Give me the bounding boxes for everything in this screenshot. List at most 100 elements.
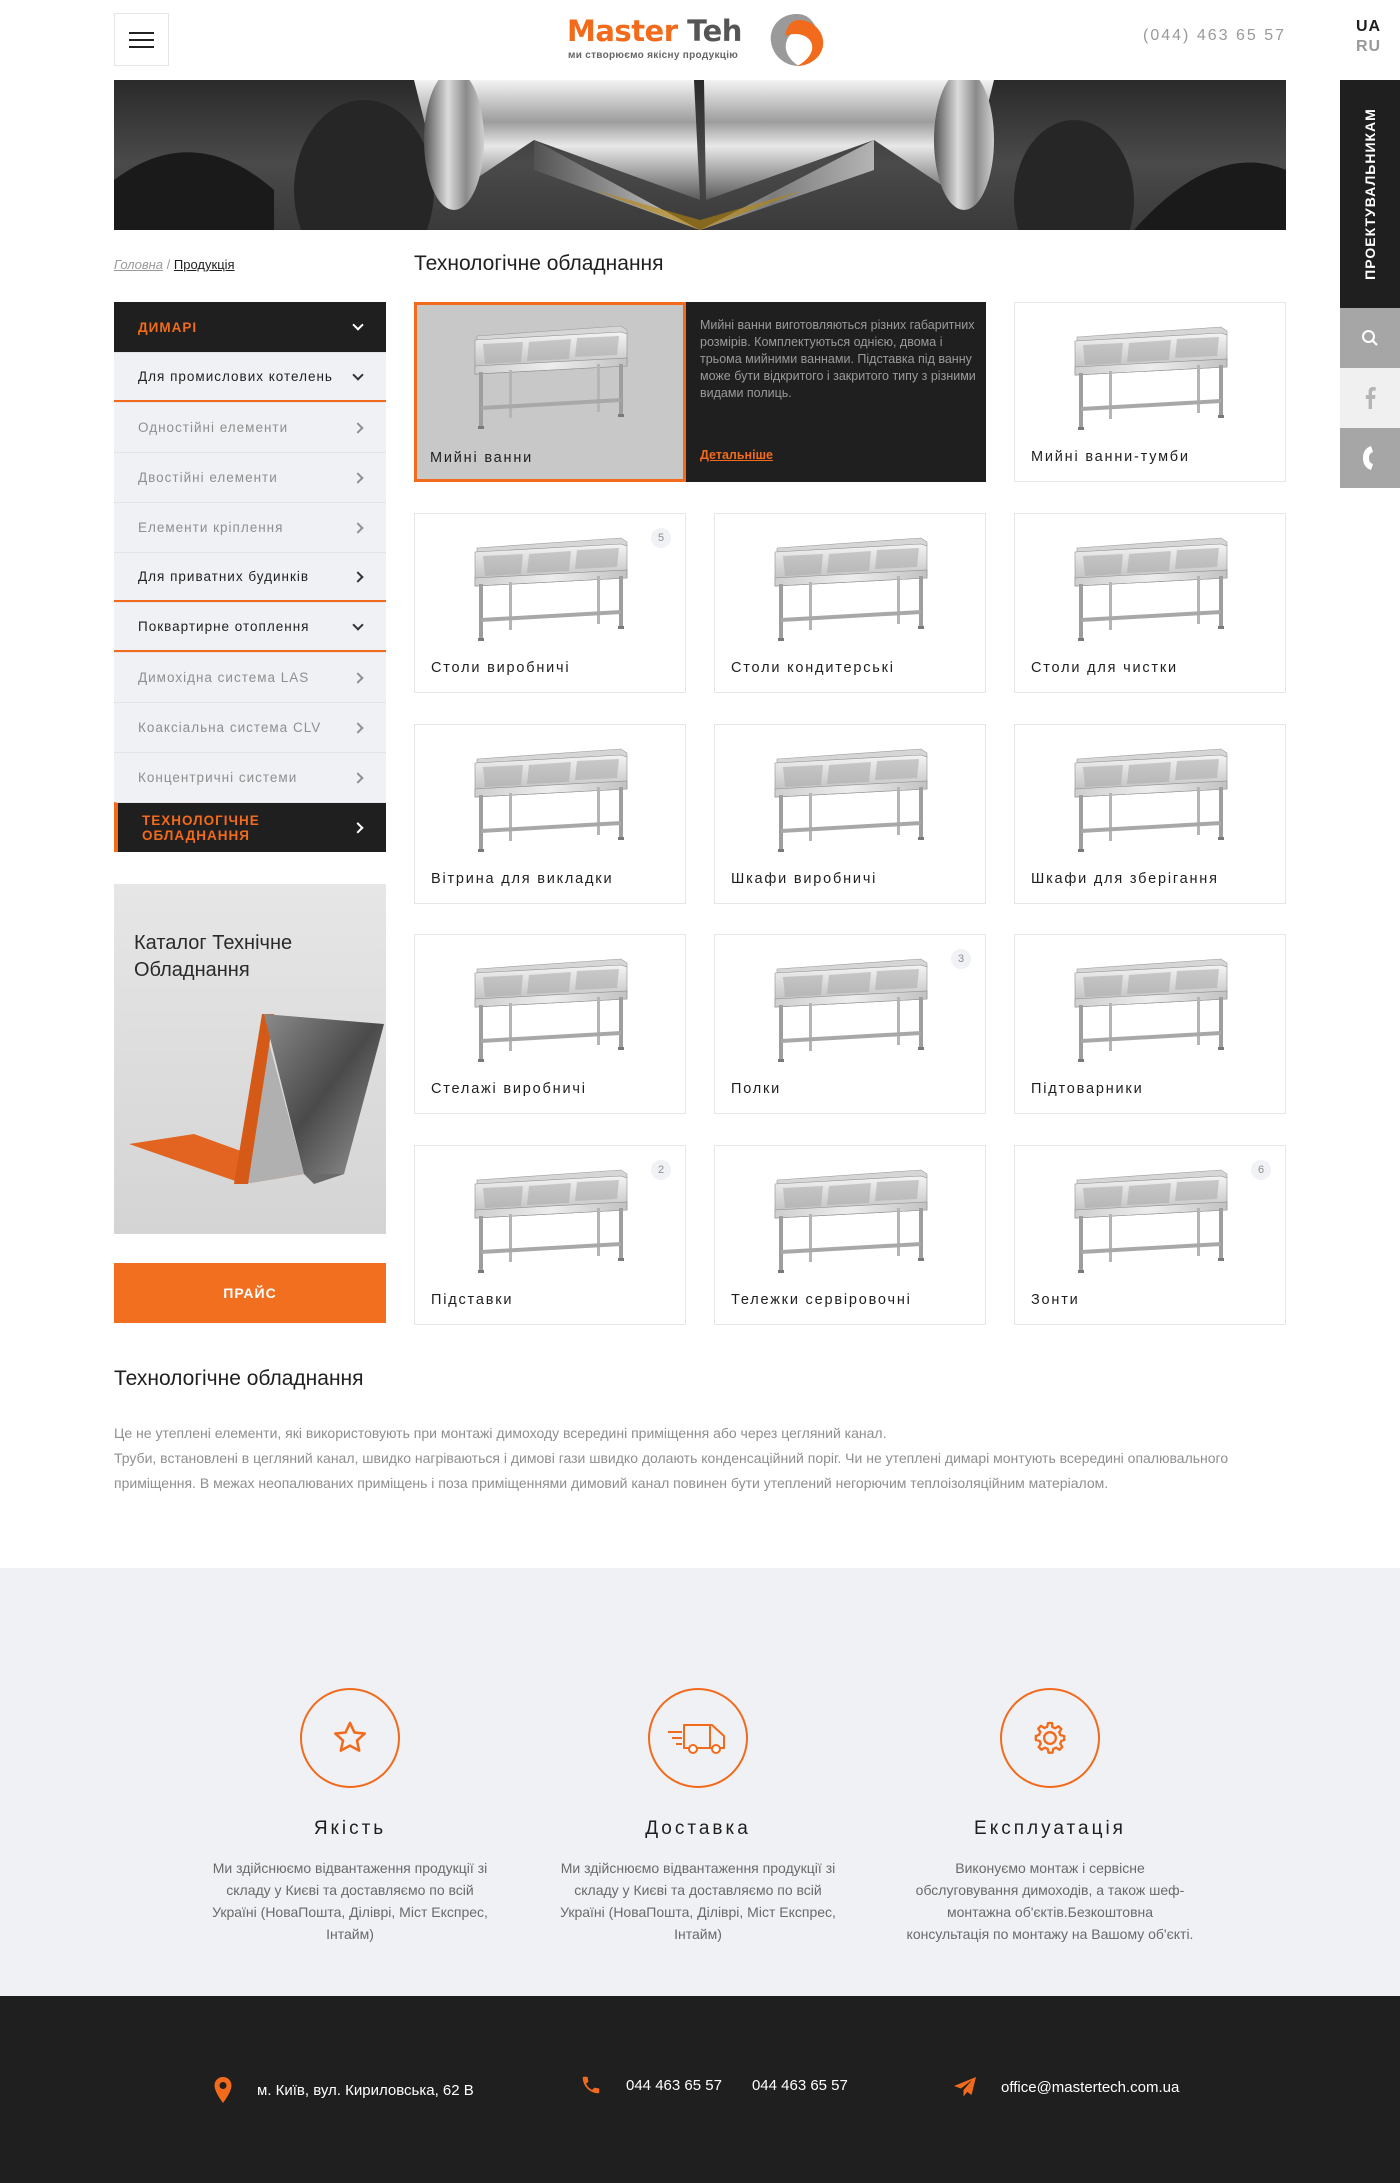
chevron-right-icon xyxy=(352,521,364,534)
feature-operation: Експлуатація Виконуємо монтаж і сервісне… xyxy=(905,1688,1195,1945)
product-card-featured[interactable]: Мийні ванни xyxy=(414,302,686,482)
catalog-title: Каталог Технічне Обладнання xyxy=(134,932,293,981)
sidebar-item-private-houses[interactable]: Для приватних будинків xyxy=(114,552,386,602)
product-card[interactable]: 6 Зонти xyxy=(1014,1145,1286,1325)
sidebar-item-technological-equipment[interactable]: ТЕХНОЛОГІЧНЕ ОБЛАДНАННЯ xyxy=(114,802,386,852)
truck-icon xyxy=(668,1724,725,1754)
product-image xyxy=(1074,748,1228,852)
section-text-line: Це не утеплені елементи, які використову… xyxy=(114,1425,887,1441)
feature-icon-circle xyxy=(300,1688,400,1788)
product-card[interactable]: Стелажі виробничі xyxy=(414,934,686,1114)
product-card[interactable]: Столи кондитерські xyxy=(714,513,986,693)
call-button[interactable] xyxy=(1340,428,1400,488)
product-card[interactable]: Підтоварники xyxy=(1014,934,1286,1114)
sidebar-item-double-wall[interactable]: Двостійні елементи xyxy=(114,452,386,502)
product-image xyxy=(774,958,928,1062)
sidebar-item-label: ТЕХНОЛОГІЧНЕ ОБЛАДНАННЯ xyxy=(142,812,260,843)
menu-burger-button[interactable] xyxy=(114,13,169,66)
sidebar-item-las-system[interactable]: Димохідна система LAS xyxy=(114,652,386,702)
sidebar-item-single-wall[interactable]: Одностійні елементи xyxy=(114,402,386,452)
product-card[interactable]: Шкафи виробничі xyxy=(714,724,986,904)
product-label: Тележки сервіровочні xyxy=(731,1292,912,1308)
designers-button[interactable]: ПРОЕКТУВАЛЬНИКАМ xyxy=(1340,80,1400,308)
chevron-right-icon xyxy=(352,570,364,583)
product-card[interactable]: Вітрина для викладки xyxy=(414,724,686,904)
location-pin-icon xyxy=(214,2077,232,2103)
sidebar-item-label: Одностійні елементи xyxy=(138,420,289,435)
chevron-right-icon xyxy=(352,771,364,784)
breadcrumb-home-link[interactable]: Головна xyxy=(114,257,163,272)
footer-phone-2[interactable]: 044 463 65 57 xyxy=(752,2077,848,2094)
product-image xyxy=(774,748,928,852)
banner-pipes-image xyxy=(114,80,1286,230)
product-card[interactable]: Столи для чистки xyxy=(1014,513,1286,693)
page-title: Технологічне обладнання xyxy=(414,252,664,275)
breadcrumb-current-link[interactable]: Продукція xyxy=(174,257,235,272)
footer-email-link[interactable]: office@mastertech.com.ua xyxy=(1001,2079,1179,2096)
product-image xyxy=(474,748,628,852)
section-text: Це не утеплені елементи, які використову… xyxy=(114,1421,1286,1496)
footer-phone-1[interactable]: 044 463 65 57 xyxy=(626,2077,722,2094)
chevron-down-icon xyxy=(352,368,364,381)
side-toolbar: ПРОЕКТУВАЛЬНИКАМ xyxy=(1340,80,1400,488)
sidebar-item-chimneys[interactable]: ДИМАРІ xyxy=(114,302,386,352)
search-icon xyxy=(1362,330,1378,346)
catalog-promo[interactable]: Каталог Технічне Обладнання xyxy=(114,884,386,1234)
feature-text: Ми здійснюємо відвантаження продукції зі… xyxy=(212,1860,488,1942)
product-image xyxy=(474,325,628,429)
search-button[interactable] xyxy=(1340,308,1400,368)
phone-icon xyxy=(582,2076,600,2094)
features-section: Якість Ми здійснюємо відвантаження проду… xyxy=(0,1568,1400,1996)
designers-label: ПРОЕКТУВАЛЬНИКАМ xyxy=(1362,108,1378,280)
product-card[interactable]: 2 Підставки xyxy=(414,1145,686,1325)
product-image xyxy=(1074,958,1228,1062)
product-label: Шкафи для зберігання xyxy=(1031,871,1219,887)
chevron-right-icon xyxy=(352,421,364,434)
sidebar-item-fasteners[interactable]: Елементи кріплення xyxy=(114,502,386,552)
product-label: Підтоварники xyxy=(1031,1081,1144,1097)
sidebar-item-label: ДИМАРІ xyxy=(138,319,198,335)
product-card[interactable]: Шкафи для зберігання xyxy=(1014,724,1286,904)
product-image xyxy=(774,537,928,641)
facebook-button[interactable] xyxy=(1340,368,1400,428)
product-count-badge: 5 xyxy=(651,528,671,548)
product-card[interactable]: 3 Полки xyxy=(714,934,986,1114)
product-image xyxy=(474,1169,628,1273)
sidebar-item-label: Двостійні елементи xyxy=(138,470,278,485)
logo[interactable]: Master Teh ми створюємо якісну продукцію xyxy=(565,10,835,70)
price-list-button[interactable]: ПРАЙС xyxy=(114,1263,386,1323)
details-link[interactable]: Детальніше xyxy=(700,448,773,462)
product-label: Зонти xyxy=(1031,1292,1080,1308)
chevron-right-icon xyxy=(352,721,364,734)
feature-text: Виконуємо монтаж і сервісне обслуговуван… xyxy=(906,1860,1194,1942)
star-icon xyxy=(334,1721,366,1752)
product-card[interactable]: 5 Столи виробничі xyxy=(414,513,686,693)
header-phone[interactable]: (044) 463 65 57 xyxy=(1143,27,1286,45)
product-label: Столи для чистки xyxy=(1031,660,1178,676)
featured-description-panel: Мийні ванни виготовляються різних габари… xyxy=(686,302,986,482)
feature-delivery: Доставка Ми здійснюємо відвантаження про… xyxy=(553,1688,843,1945)
breadcrumb: Головна / Продукція xyxy=(114,257,235,272)
feature-title: Експлуатація xyxy=(974,1818,1126,1839)
product-label: Мийні ванни xyxy=(430,450,534,466)
feature-title: Якість xyxy=(313,1818,387,1839)
product-image xyxy=(474,537,628,641)
sidebar-item-label: Коаксіальна система CLV xyxy=(138,720,322,735)
sidebar-item-clv-system[interactable]: Коаксіальна система CLV xyxy=(114,702,386,752)
sidebar-item-label: Елементи кріплення xyxy=(138,520,284,535)
chevron-right-icon xyxy=(352,471,364,484)
footer-address-text: м. Київ, вул. Кириловська, 62 В xyxy=(257,2081,474,2099)
product-card[interactable]: Тележки сервіровочні xyxy=(714,1145,986,1325)
product-count-badge: 6 xyxy=(1251,1160,1271,1180)
sidebar-item-industrial-boilers[interactable]: Для промислових котелень xyxy=(114,352,386,402)
product-card[interactable]: Мийні ванни-тумби xyxy=(1014,302,1286,482)
sidebar-item-label: Для приватних будинків xyxy=(138,569,310,584)
lang-ru[interactable]: RU xyxy=(1356,38,1380,56)
sidebar-item-concentric[interactable]: Концентричні системи xyxy=(114,752,386,802)
lang-ua[interactable]: UA xyxy=(1356,18,1380,36)
sidebar-item-apartment-heating[interactable]: Поквартирне отоплення xyxy=(114,602,386,652)
chevron-down-icon xyxy=(352,618,364,631)
sidebar-item-label: Для промислових котелень xyxy=(138,369,333,384)
burger-line xyxy=(129,45,154,48)
product-count-badge: 2 xyxy=(651,1160,671,1180)
